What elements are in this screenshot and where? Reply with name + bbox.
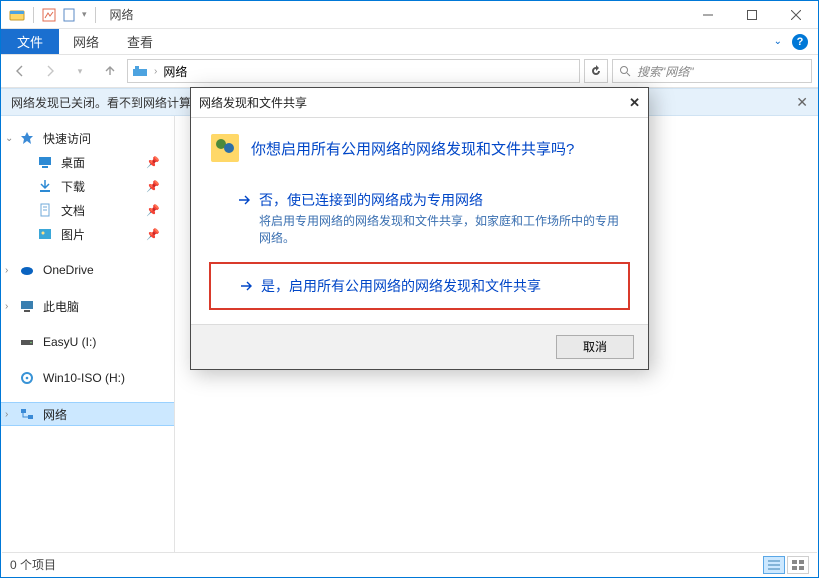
chevron-right-icon[interactable]: › — [5, 265, 8, 276]
search-input[interactable]: 搜索"网络" — [612, 59, 812, 83]
sidebar-onedrive[interactable]: › OneDrive — [1, 258, 174, 282]
sidebar-item-label: 下载 — [61, 178, 85, 195]
thispc-icon — [19, 298, 35, 314]
sidebar-item-label: 网络 — [43, 406, 67, 423]
window-title: 网络 — [110, 6, 134, 23]
sidebar-item-label: 此电脑 — [43, 298, 79, 315]
pin-icon: 📌 — [146, 204, 160, 217]
option-no-private[interactable]: 否，使已连接到的网络成为专用网络 将启用专用网络的网络发现和文件共享，如家庭和工… — [209, 180, 630, 256]
dialog-close-button[interactable]: ✕ — [629, 95, 640, 111]
documents-icon — [37, 202, 53, 218]
pin-icon: 📌 — [146, 228, 160, 241]
sidebar-item-label: OneDrive — [43, 263, 94, 277]
sidebar-item-label: 文档 — [61, 202, 85, 219]
onedrive-icon — [19, 262, 35, 278]
tab-file[interactable]: 文件 — [1, 29, 59, 54]
nav-sidebar: ⌄ 快速访问 桌面 📌 下载 📌 文档 📌 图片 — [1, 116, 175, 552]
up-button[interactable] — [97, 58, 123, 84]
notification-close-icon[interactable]: ✕ — [796, 94, 808, 111]
sidebar-drive-win10iso[interactable]: Win10-ISO (H:) — [1, 366, 174, 390]
sidebar-item-label: 快速访问 — [43, 130, 91, 147]
dialog-titlebar[interactable]: 网络发现和文件共享 ✕ — [191, 88, 648, 118]
quick-access-toolbar: ▾ — [3, 7, 104, 23]
sidebar-quick-access[interactable]: ⌄ 快速访问 — [1, 126, 174, 150]
network-icon — [19, 406, 35, 422]
cancel-button[interactable]: 取消 — [556, 335, 634, 359]
chevron-right-icon[interactable]: › — [5, 301, 8, 312]
qat-new-icon[interactable] — [62, 8, 76, 22]
close-button[interactable] — [774, 1, 818, 29]
ribbon-tabs: 文件 网络 查看 ⌄ ? — [1, 29, 818, 55]
option-yes-public[interactable]: 是，启用所有公用网络的网络发现和文件共享 — [209, 262, 630, 310]
view-large-button[interactable] — [787, 556, 809, 574]
qat-dropdown-icon[interactable]: ▾ — [82, 9, 87, 20]
breadcrumb-location[interactable]: 网络 — [163, 63, 187, 80]
sidebar-network[interactable]: › 网络 — [1, 402, 174, 426]
ribbon-expand-icon[interactable]: ⌄ — [774, 36, 782, 47]
sidebar-desktop[interactable]: 桌面 📌 — [1, 150, 174, 174]
star-icon — [19, 130, 35, 146]
address-bar-row: ▾ › 网络 搜索"网络" — [1, 55, 818, 88]
arrow-right-icon — [237, 193, 251, 207]
pin-icon: 📌 — [146, 180, 160, 193]
search-icon — [619, 65, 631, 77]
sidebar-item-label: Win10-ISO (H:) — [43, 371, 125, 385]
dialog-footer: 取消 — [191, 324, 648, 369]
dialog-heading-text: 你想启用所有公用网络的网络发现和文件共享吗? — [251, 138, 574, 159]
sidebar-documents[interactable]: 文档 📌 — [1, 198, 174, 222]
refresh-button[interactable] — [584, 59, 608, 83]
search-placeholder: 搜索"网络" — [637, 63, 694, 80]
breadcrumb[interactable]: › 网络 — [127, 59, 580, 83]
minimize-button[interactable] — [686, 1, 730, 29]
maximize-button[interactable] — [730, 1, 774, 29]
sidebar-item-label: 桌面 — [61, 154, 85, 171]
chevron-right-icon[interactable]: › — [152, 66, 159, 77]
dialog-title: 网络发现和文件共享 — [199, 94, 307, 111]
recent-dropdown[interactable]: ▾ — [67, 58, 93, 84]
sidebar-thispc[interactable]: › 此电脑 — [1, 294, 174, 318]
drive-icon — [19, 334, 35, 350]
titlebar: ▾ 网络 — [1, 1, 818, 29]
pin-icon: 📌 — [146, 156, 160, 169]
forward-button[interactable] — [37, 58, 63, 84]
option-title: 否，使已连接到的网络成为专用网络 — [259, 190, 483, 210]
sidebar-downloads[interactable]: 下载 📌 — [1, 174, 174, 198]
button-label: 取消 — [583, 338, 607, 355]
dialog-heading: 你想启用所有公用网络的网络发现和文件共享吗? — [209, 132, 630, 164]
sidebar-item-label: 图片 — [61, 226, 85, 243]
chevron-right-icon[interactable]: › — [5, 409, 8, 420]
tab-view[interactable]: 查看 — [113, 29, 167, 54]
status-text: 0 个项目 — [10, 556, 56, 573]
window-controls — [686, 1, 818, 29]
back-button[interactable] — [7, 58, 33, 84]
shield-users-icon — [209, 132, 241, 164]
sidebar-item-label: EasyU (I:) — [43, 335, 96, 349]
network-discovery-dialog: 网络发现和文件共享 ✕ 你想启用所有公用网络的网络发现和文件共享吗? 否，使已连… — [190, 87, 649, 370]
explorer-icon — [9, 7, 25, 23]
sidebar-pictures[interactable]: 图片 📌 — [1, 222, 174, 246]
qat-properties-icon[interactable] — [42, 8, 56, 22]
pictures-icon — [37, 226, 53, 242]
view-switcher — [763, 556, 809, 574]
view-details-button[interactable] — [763, 556, 785, 574]
sidebar-drive-easyu[interactable]: EasyU (I:) — [1, 330, 174, 354]
tab-network[interactable]: 网络 — [59, 29, 113, 54]
status-bar: 0 个项目 — [2, 552, 817, 576]
help-icon[interactable]: ? — [792, 34, 808, 50]
desktop-icon — [37, 154, 53, 170]
arrow-right-icon — [239, 279, 253, 293]
option-description: 将启用专用网络的网络发现和文件共享，如家庭和工作场所中的专用网络。 — [259, 213, 630, 248]
downloads-icon — [37, 178, 53, 194]
option-title: 是，启用所有公用网络的网络发现和文件共享 — [261, 276, 541, 296]
network-location-icon — [132, 63, 148, 79]
disc-icon — [19, 370, 35, 386]
chevron-down-icon[interactable]: ⌄ — [5, 133, 13, 144]
